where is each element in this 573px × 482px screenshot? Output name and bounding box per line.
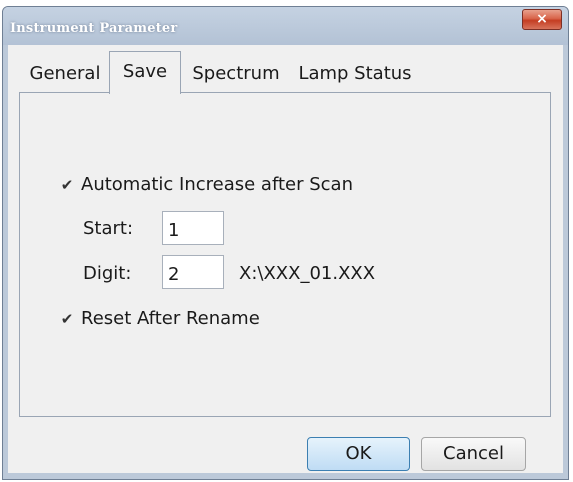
ok-button[interactable]: OK [307,437,410,471]
tab-lamp-status[interactable]: Lamp Status [291,56,419,92]
cancel-button[interactable]: Cancel [421,437,526,471]
title-bar[interactable]: Instrument Parameter × [3,7,568,45]
tab-spectrum[interactable]: Spectrum [186,56,286,92]
close-button[interactable]: × [522,9,562,30]
auto-increase-checkbox[interactable]: ✔ Automatic Increase after Scan [58,174,353,195]
start-label: Start: [83,218,134,239]
digit-input[interactable] [162,255,224,289]
tab-general[interactable]: General [23,56,107,92]
check-icon: ✔ [60,175,74,194]
start-input[interactable] [162,211,224,245]
tab-save[interactable]: Save [109,51,181,94]
check-icon: ✔ [60,309,74,328]
filename-preview: X:\XXX_01.XXX [239,263,376,284]
dialog-client-area: General Save Spectrum Lamp Status ✔ Auto… [8,45,563,473]
digit-label: Digit: [83,263,132,284]
auto-increase-label: Automatic Increase after Scan [81,174,353,195]
save-tab-panel: ✔ Automatic Increase after Scan Start: D… [19,92,551,417]
reset-after-rename-label: Reset After Rename [81,308,260,329]
reset-after-rename-checkbox[interactable]: ✔ Reset After Rename [58,308,260,329]
tab-strip: General Save Spectrum Lamp Status [8,45,563,94]
window-title: Instrument Parameter [10,21,178,36]
dialog-window: Instrument Parameter × General Save Spec… [2,6,569,480]
